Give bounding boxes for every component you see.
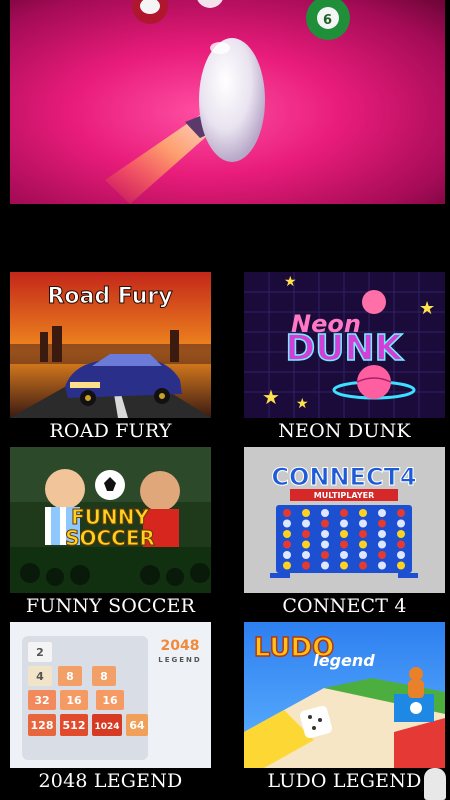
- connect-4-disc: [321, 561, 329, 570]
- neon-dunk-thumbnail: ★ ★ ★ ★ Neon DUNK: [244, 272, 445, 418]
- connect-4-disc: [397, 561, 405, 570]
- connect-4-disc: [378, 551, 386, 559]
- game-tile-2048-legend[interactable]: 2 4 8 8 32 16 16 128 512 1024 64 2048 LE…: [10, 622, 211, 768]
- connect-4-disc: [378, 561, 386, 570]
- tile-value: 8: [100, 670, 108, 683]
- tile-value: 128: [31, 719, 54, 732]
- game-tile-neon-dunk[interactable]: ★ ★ ★ ★ Neon DUNK: [244, 272, 445, 418]
- 2048-logo-legend: LEGEND: [158, 656, 201, 664]
- game-tile-funny-soccer[interactable]: FUNNY SOCCER: [10, 447, 211, 593]
- connect-4-disc: [321, 551, 329, 559]
- 2048-logo-number: 2048: [161, 638, 200, 654]
- connect-4-disc: [359, 530, 367, 538]
- tile-value: 2: [36, 646, 44, 659]
- connect-4-disc: [340, 530, 348, 538]
- svg-text:6: 6: [323, 13, 332, 28]
- ludo-legend-thumbnail: LUDO legend: [244, 622, 445, 768]
- connect-4-disc: [340, 561, 348, 570]
- connect-4-disc: [359, 519, 367, 528]
- connect-4-disc: [397, 519, 405, 528]
- connect-4-disc: [283, 530, 291, 538]
- connect-4-disc: [302, 561, 310, 570]
- connect-4-disc: [378, 509, 386, 517]
- funny-soccer-thumbnail: FUNNY SOCCER: [10, 447, 211, 593]
- tile-value: 8: [66, 670, 74, 683]
- connect-4-disc: [283, 540, 291, 549]
- connect-4-disc: [397, 540, 405, 549]
- connect-4-disc: [302, 509, 310, 517]
- pool-ball-artwork: 6: [105, 0, 350, 204]
- connect-4-thumbnail: CONNECT4 MULTIPLAYER: [244, 447, 445, 593]
- connect-4-disc: [302, 540, 310, 549]
- connect-4-disc: [321, 530, 329, 538]
- connect-4-disc: [283, 561, 291, 570]
- game-tile-connect-4[interactable]: CONNECT4 MULTIPLAYER: [244, 447, 445, 593]
- connect-4-disc: [359, 551, 367, 559]
- connect-4-logo-subtitle: MULTIPLAYER: [314, 491, 374, 500]
- tile-value: 16: [66, 694, 82, 707]
- game-tile-ludo-legend[interactable]: LUDO legend: [244, 622, 445, 768]
- connect-4-disc: [340, 509, 348, 517]
- connect-4-disc: [359, 540, 367, 549]
- funny-soccer-logo-soccer: SOCCER: [65, 526, 155, 550]
- connect-4-disc: [302, 519, 310, 528]
- neon-dunk-logo-dunk: DUNK: [285, 328, 403, 369]
- connect-4-disc: [321, 540, 329, 549]
- connect-4-disc: [302, 530, 310, 538]
- tile-value: 1024: [94, 722, 119, 732]
- connect-4-disc: [321, 509, 329, 517]
- connect-4-disc: [321, 519, 329, 528]
- connect-4-disc: [378, 519, 386, 528]
- game-tile-road-fury[interactable]: Road Fury: [10, 272, 211, 418]
- connect-4-disc: [340, 519, 348, 528]
- connect-4-disc: [397, 530, 405, 538]
- 2048-legend-thumbnail: 2 4 8 8 32 16 16 128 512 1024 64 2048 LE…: [10, 622, 211, 768]
- tile-value: 512: [63, 719, 86, 732]
- connect-4-disc: [340, 551, 348, 559]
- svg-text:★: ★: [284, 274, 297, 290]
- ludo-logo-legend: legend: [313, 651, 375, 670]
- road-fury-logo-text: Road Fury: [47, 284, 172, 309]
- tile-value: 64: [129, 719, 145, 732]
- svg-text:★: ★: [262, 385, 280, 409]
- tile-value: 4: [36, 670, 44, 683]
- connect-4-disc: [283, 519, 291, 528]
- svg-text:★: ★: [419, 298, 435, 319]
- connect-4-disc: [359, 509, 367, 517]
- game-title-road-fury[interactable]: ROAD FURY: [10, 420, 211, 442]
- connect-4-disc: [283, 509, 291, 517]
- connect-4-disc: [378, 530, 386, 538]
- game-title-neon-dunk[interactable]: NEON DUNK: [244, 420, 445, 442]
- svg-text:★: ★: [296, 396, 309, 412]
- game-title-connect-4[interactable]: CONNECT 4: [244, 595, 445, 617]
- game-title-ludo-legend[interactable]: LUDO LEGEND: [244, 770, 445, 792]
- tile-value: 16: [102, 694, 118, 707]
- connect-4-disc: [378, 540, 386, 549]
- connect-4-disc: [397, 509, 405, 517]
- road-fury-thumbnail: Road Fury: [10, 272, 211, 418]
- connect-4-disc: [302, 551, 310, 559]
- connect-4-logo-text: CONNECT4: [271, 463, 416, 491]
- floating-scroll-handle[interactable]: [424, 768, 446, 800]
- game-title-funny-soccer[interactable]: FUNNY SOCCER: [10, 595, 211, 617]
- game-title-2048-legend[interactable]: 2048 LEGEND: [10, 770, 211, 792]
- connect-4-disc: [283, 551, 291, 559]
- tile-value: 32: [34, 694, 49, 707]
- featured-game-banner[interactable]: 6: [10, 0, 445, 204]
- connect-4-disc: [397, 551, 405, 559]
- connect-4-disc: [359, 561, 367, 570]
- connect-4-disc: [340, 540, 348, 549]
